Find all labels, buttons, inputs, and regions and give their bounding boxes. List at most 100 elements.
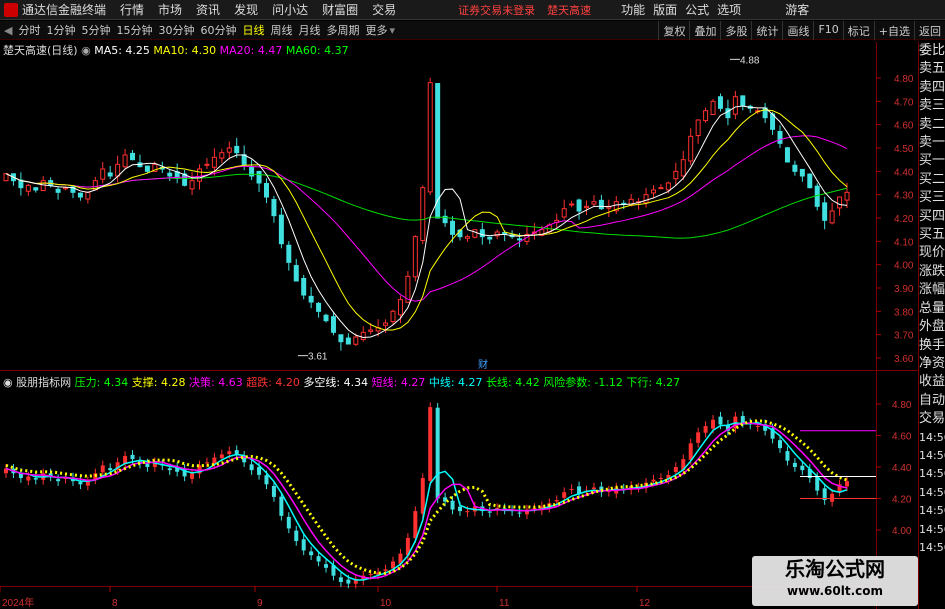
btn-stats[interactable]: 统计 [751, 21, 782, 40]
candle-body [725, 108, 731, 119]
menu-formula[interactable]: 公式 [685, 1, 709, 18]
period-multi[interactable]: 多周期 [326, 22, 359, 38]
period-toolbar: ◀ 分时 1分钟 5分钟 15分钟 30分钟 60分钟 日线 周线 月线 多周期… [0, 21, 945, 40]
ind-candle-body [264, 475, 269, 485]
side-panel-item: 交易 [919, 411, 945, 427]
stock-name: 楚天高速 [547, 3, 592, 17]
menu-function[interactable]: 功能 [621, 1, 645, 18]
btn-adjust[interactable]: 复权 [658, 21, 689, 40]
side-panel-item: 收益 [919, 374, 945, 390]
candle-body [167, 172, 173, 177]
period-5min[interactable]: 5分钟 [81, 22, 110, 38]
menu-market[interactable]: 市场 [158, 1, 182, 18]
guest-label[interactable]: 游客 [785, 1, 809, 18]
price-axis-label: 4.10 [894, 237, 914, 248]
side-panel-item: 涨跌 [919, 263, 945, 279]
ma60-line [5, 173, 848, 239]
candle-body [688, 135, 694, 162]
login-status[interactable]: 证券交易未登录 [458, 2, 535, 18]
low-label: 3.61 [308, 352, 328, 363]
ind-candle-body [33, 478, 38, 480]
btn-overlay[interactable]: 叠加 [689, 21, 720, 40]
menu-discover[interactable]: 发现 [234, 1, 258, 18]
menu-ask[interactable]: 问小达 [272, 1, 308, 18]
btn-f10[interactable]: F10 [813, 21, 842, 40]
candle-body [487, 236, 493, 240]
btn-multi-stock[interactable]: 多股 [720, 21, 751, 40]
ind-candle-body [651, 479, 656, 482]
kline-chart[interactable]: 4.80 4.70 4.60 4.50 4.40 4.30 4.20 4.10 4.00 3.90… [0, 40, 918, 609]
chevron-down-icon[interactable]: ▾ [389, 24, 395, 37]
candle-body [271, 198, 277, 217]
candle-body [412, 236, 418, 278]
ind-candle-body [301, 539, 306, 551]
ind-candle-body [591, 487, 596, 490]
ind-candle-body [249, 464, 254, 471]
side-panel-item: 买五 [919, 227, 945, 243]
candle-body [420, 187, 426, 241]
candle-body [695, 119, 701, 137]
event-marker: 财 [478, 358, 488, 371]
ind-axis-label: 4.20 [892, 495, 912, 506]
ind-candle-body [435, 407, 440, 499]
menu-layout[interactable]: 版面 [653, 1, 677, 18]
price-axis-label: 4.50 [894, 144, 914, 155]
ind-candle-body [26, 476, 31, 481]
indicator-item: 风险参数: -1.12 [539, 376, 623, 389]
candle-body [732, 96, 738, 115]
candle-body [665, 182, 671, 191]
candle-body [584, 205, 590, 209]
ma5-line [5, 105, 848, 338]
side-panel-item: 买三 [919, 190, 945, 206]
menu-options[interactable]: 选项 [717, 1, 741, 18]
ind-candle-body [569, 489, 574, 491]
period-weekly[interactable]: 周线 [270, 22, 292, 38]
price-axis-label: 3.90 [894, 284, 914, 295]
period-1min[interactable]: 1分钟 [46, 22, 75, 38]
period-more[interactable]: 更多 [365, 22, 387, 38]
period-30min[interactable]: 30分钟 [158, 22, 194, 38]
btn-draw[interactable]: 画线 [782, 21, 813, 40]
menu-wealth[interactable]: 财富圈 [322, 1, 358, 18]
indicator-toggle-icon[interactable]: ◉ [3, 376, 13, 389]
period-60min[interactable]: 60分钟 [200, 22, 236, 38]
indicator-item: 支撑: 4.28 [128, 376, 186, 389]
ind-candle-body [740, 416, 745, 423]
legend-toggle-icon[interactable]: ◉ [81, 44, 91, 57]
btn-return[interactable]: 返回 [914, 21, 945, 40]
ind-candle-body [56, 479, 61, 482]
menu-news[interactable]: 资讯 [196, 1, 220, 18]
candle-body [368, 329, 374, 332]
ind-candle-body [316, 556, 321, 562]
chart-title: 楚天高速(日线) [3, 44, 78, 57]
period-intraday[interactable]: 分时 [18, 22, 40, 38]
back-icon[interactable]: ◀ [4, 24, 12, 37]
watermark-url: www.60lt.com [786, 584, 884, 598]
ind-candle-body [346, 579, 351, 584]
ind-candle-body [324, 564, 329, 568]
candle-body [822, 202, 828, 221]
period-daily[interactable]: 日线 [242, 22, 264, 38]
x-axis-label: 9 [257, 598, 263, 609]
indicator-item: 决策: 4.63 [185, 376, 243, 389]
ind-candle-body [227, 451, 232, 455]
ind-candle-body [845, 481, 849, 487]
ind-dotted-line [5, 419, 848, 575]
side-panel-item: 14:56 [919, 522, 945, 536]
candle-body [226, 147, 232, 153]
candle-body [25, 184, 31, 192]
period-15min[interactable]: 15分钟 [116, 22, 152, 38]
ma10-line [5, 109, 848, 331]
ind-candle-body [428, 407, 433, 481]
btn-mark[interactable]: 标记 [842, 21, 874, 40]
ind-candle-body [279, 496, 284, 516]
ma20-label: MA20: 4.47 [219, 44, 283, 57]
period-monthly[interactable]: 月线 [298, 22, 320, 38]
menu-quotes[interactable]: 行情 [120, 1, 144, 18]
side-panel-item: 14:56 [919, 504, 945, 518]
ind-axis-label: 4.60 [892, 432, 912, 443]
menu-trade[interactable]: 交易 [372, 1, 396, 18]
ind-midline [5, 421, 848, 581]
candle-body [77, 192, 83, 198]
btn-add-watch[interactable]: +自选 [873, 21, 914, 40]
